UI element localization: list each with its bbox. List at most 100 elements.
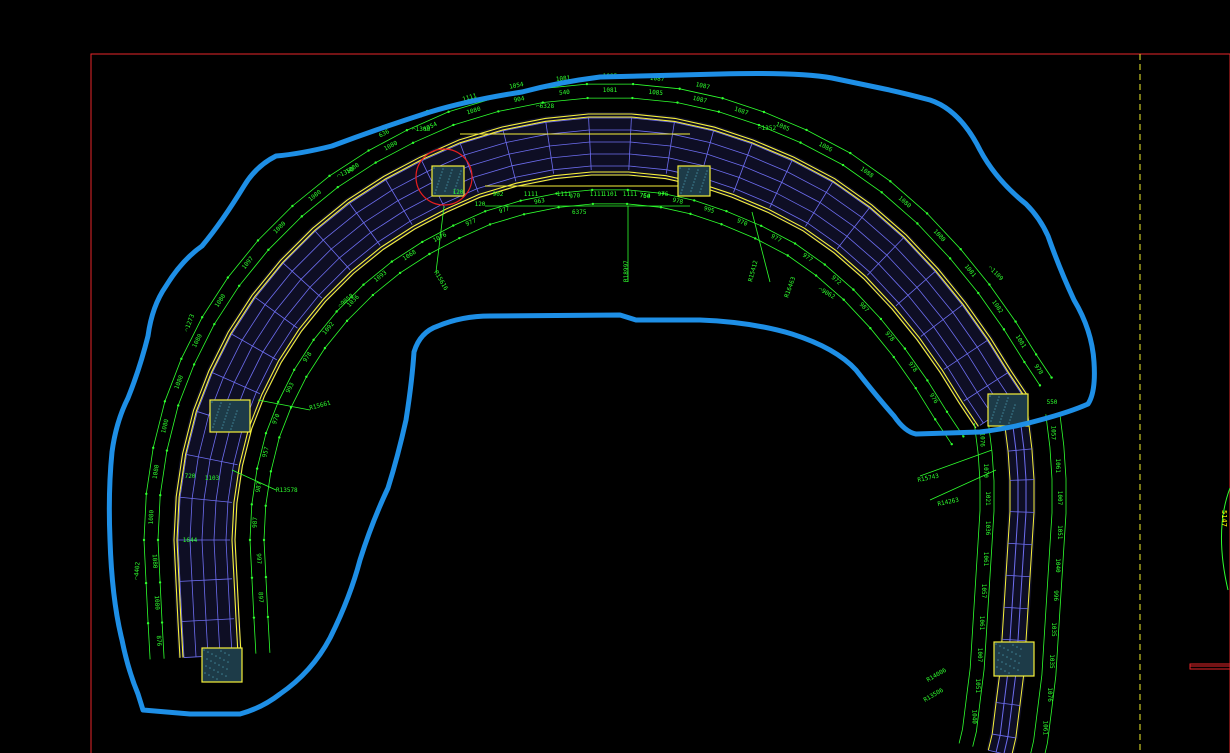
dimension-label: 1092 [321,320,336,336]
dimension-tick [226,276,230,279]
column-footing-block [993,641,1035,677]
footing-texture-dot [227,409,229,411]
dimension-tick [264,504,267,507]
footing-texture-dot [995,405,997,407]
dimension-tick [305,375,308,378]
label-radius-14006: R14006 [926,667,949,684]
dimension-tick [689,212,692,216]
dimension-tick [488,223,492,226]
dimension-tick [452,224,455,227]
dimension-tick [925,212,929,215]
cad-canvas[interactable]: 5147 87610801080108010801080108010801080… [0,0,1230,753]
footing-texture-dot [218,408,220,410]
footing-texture-dot [205,665,207,667]
dimension-label: 1080 [173,374,185,390]
footing-texture-dot [993,411,995,413]
dimension-label: 904 [513,95,525,104]
dimension-tick [256,239,260,242]
footing-texture-dot [220,650,222,652]
footing-texture-dot [227,661,229,663]
footing-texture-dot [222,666,224,668]
lower-dimension-label: 1021 [984,491,991,506]
lower-dimension-label: 1035 [1050,622,1057,637]
dimension-tick [977,291,980,295]
dimension-tick [447,110,450,114]
footing-texture-dot [211,401,213,403]
footing-texture-dot [213,423,215,425]
footing-texture-dot [231,425,233,427]
dimension-label: 1080 [160,418,170,434]
dimension-label: 993 [285,381,296,394]
footing-texture-dot [230,428,232,430]
dimension-tick [1023,360,1026,364]
dimension-tick [428,252,431,256]
footing-texture-dot [1005,403,1007,405]
dimension-tick [192,363,196,366]
label-radius-13506: R13506 [923,687,946,704]
dimension-tick [374,161,377,164]
dimension-label: 1054 [509,81,525,91]
footing-texture-dot [210,660,212,662]
footing-texture-dot [217,411,219,413]
dimension-label: 1068 [402,248,418,262]
dimension-tick [277,400,280,404]
dimension-tick [213,322,216,326]
dimension-tick [452,123,455,127]
dimension-tick [165,449,169,452]
dimension-label: 1080 [151,554,159,569]
footing-texture-dot [703,179,705,181]
footing-texture-dot [1008,672,1010,674]
footing-texture-dot [451,169,453,171]
footing-texture-dot [214,420,216,422]
dimension-label: 987 [255,481,264,493]
dimension-tick [916,222,919,225]
label-radius-15616: R15616 [432,270,449,293]
dimension-label: 987 [252,516,260,528]
dimension-tick [323,346,327,350]
dimension-tick [371,293,375,297]
footing-texture-dot [212,426,214,428]
dimension-label: 1080 [466,105,482,116]
right-side-dimension: 5147 [1220,510,1228,527]
footing-texture-dot [226,412,228,414]
footing-texture-dot [687,171,689,173]
label-span-6375: 6375 [572,209,587,216]
label-radius-14263: R14263 [937,497,960,508]
footing-texture-dot [457,179,459,181]
column-footing-block [201,647,243,683]
lower-dimension-label: 996 [1052,590,1059,601]
dimension-tick [362,283,365,286]
dimension-tick [557,206,560,209]
label-arc-1308: ⌒1308 [412,126,430,133]
footing-texture-dot [216,414,218,416]
dimension-tick [200,316,204,319]
dimension-tick [805,128,808,132]
dimension-tick [950,442,953,446]
dimension-label: 1076 [432,231,448,244]
footing-texture-dot [680,192,682,194]
dimension-tick [892,355,895,359]
dimension-label: 876 [155,635,163,647]
footing-texture-dot [1013,407,1015,409]
dimension-label: 972 [830,274,843,287]
footing-texture-dot [694,178,696,180]
footing-texture-dot [228,654,230,656]
footing-texture-dot [217,671,219,673]
footing-texture-dot [1001,661,1003,663]
footing-texture-dot [696,172,698,174]
dimension-tick [328,174,331,178]
footing-texture-dot [684,180,686,182]
footing-texture-dot [440,174,442,176]
footing-texture-dot [1010,416,1012,418]
dimension-tick [266,615,270,619]
footing-texture-dot [1017,669,1019,671]
footing-texture-dot [221,673,223,675]
lower-dimension-label: 1040 [1054,558,1061,573]
dimension-tick [934,418,937,421]
lower-walkway-deck [986,416,1036,753]
lower-dimension-label: 1057 [980,584,987,599]
footing-texture-dot [224,652,226,654]
lower-dimension-label: 1076 [978,432,985,447]
dimension-tick [163,400,167,403]
dimension-tick [591,202,595,206]
